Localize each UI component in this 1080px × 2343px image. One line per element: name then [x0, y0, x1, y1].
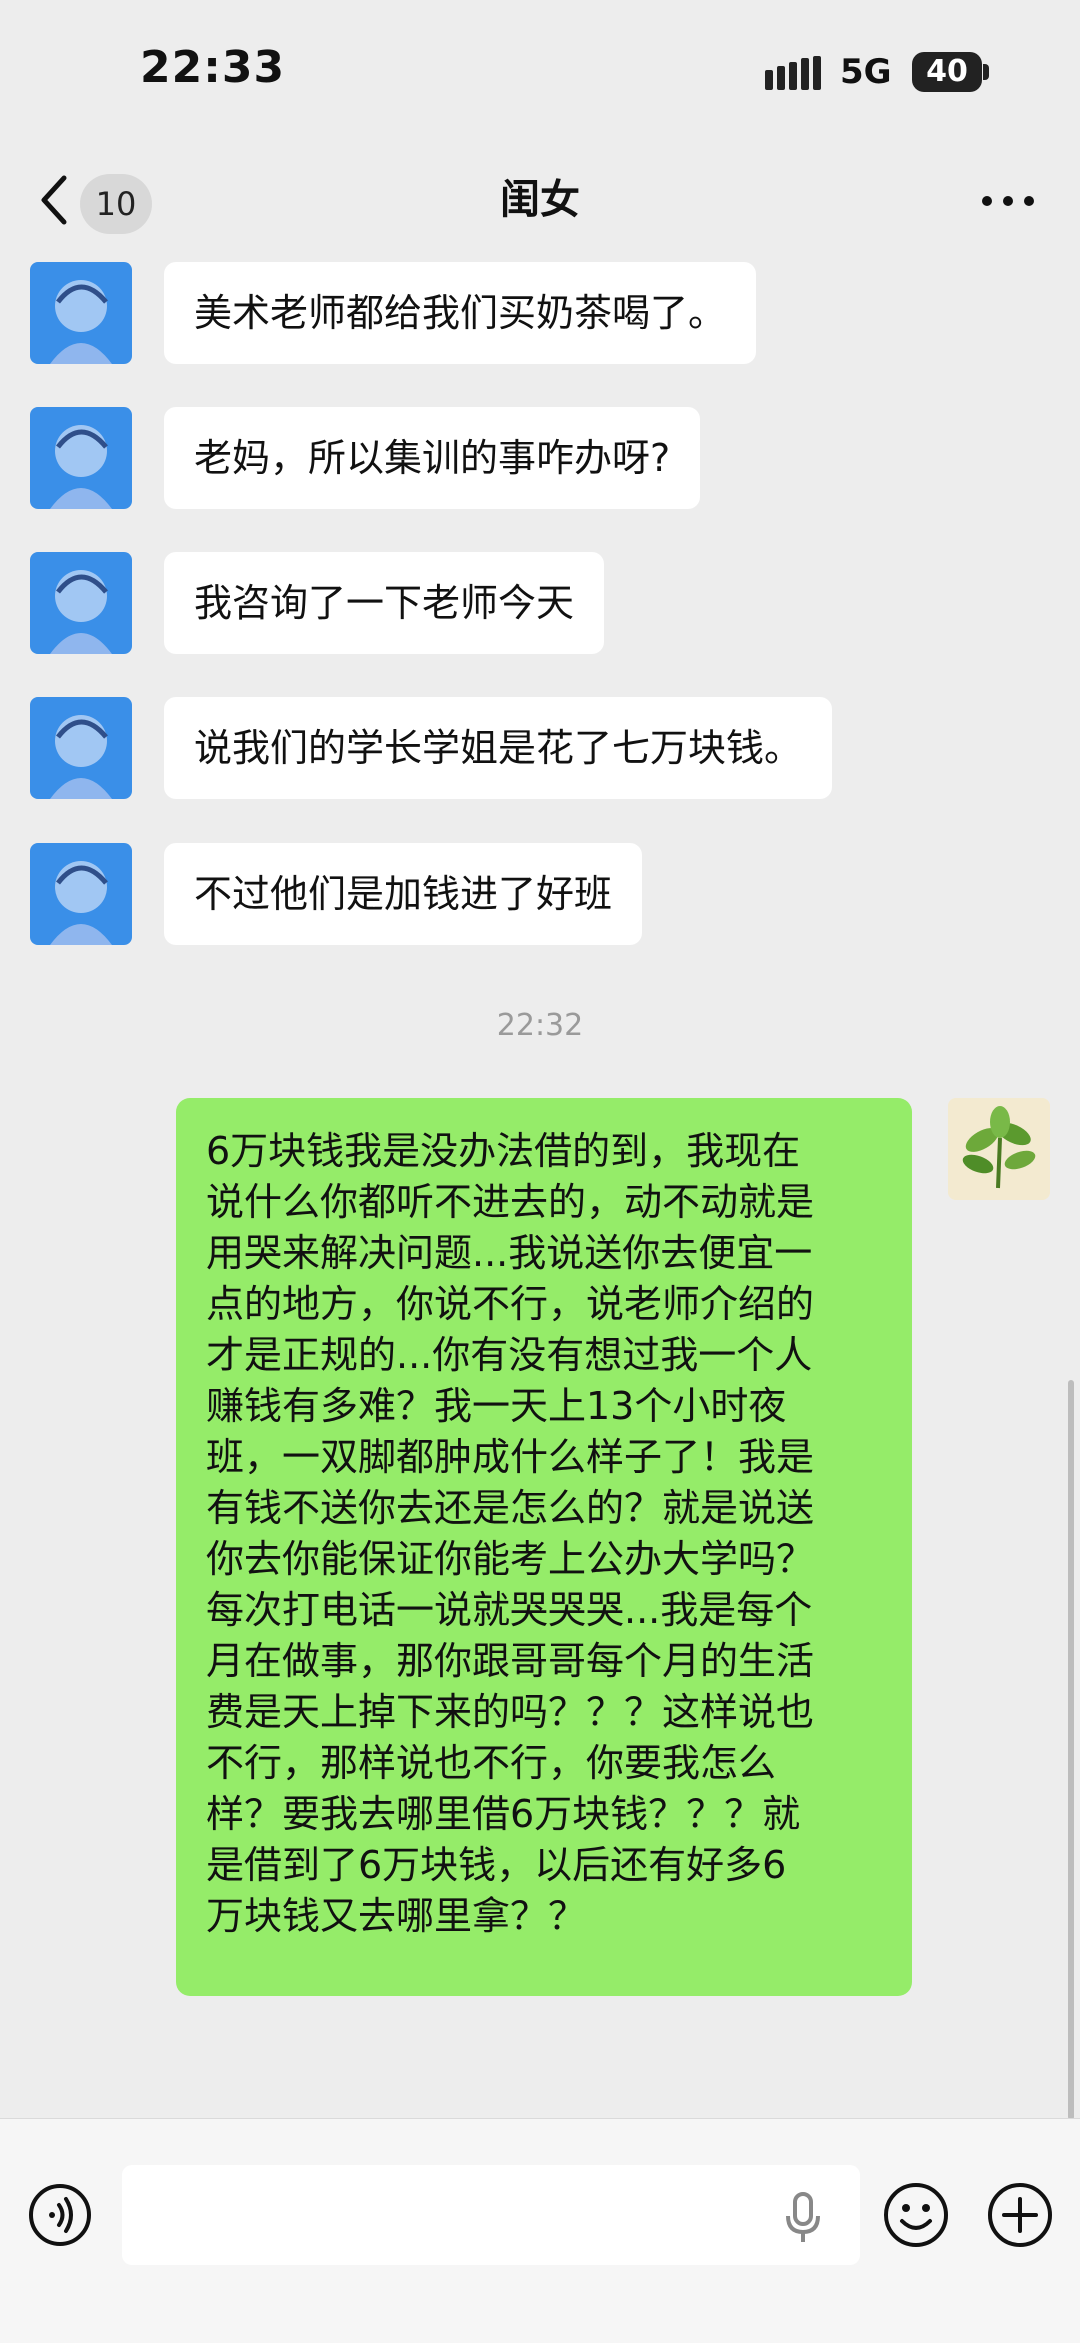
status-time: 22:33	[140, 42, 286, 93]
message-timestamp: 22:32	[496, 1008, 584, 1043]
chat-header: 10 闺女	[0, 150, 1080, 265]
message-line: 你去你能保证你能考上公办大学吗？	[206, 1537, 815, 1581]
status-bar: 22:33 5G 40	[0, 0, 1080, 150]
message-line: 点的地方，你说不行，说老师介绍的	[206, 1282, 815, 1326]
message-bubble[interactable]: 老妈，所以集训的事咋办呀?	[164, 407, 701, 509]
plant-avatar-icon	[948, 1098, 1050, 1200]
network-label: 5G	[840, 52, 892, 92]
message-bubble[interactable]: 不过他们是加钱进了好班	[164, 843, 643, 945]
chat-title: 闺女	[500, 177, 580, 223]
message-line: 说什么你都听不进去的，动不动就是	[206, 1180, 815, 1224]
message-line: 费是天上掉下来的吗？？？这样说也	[206, 1690, 815, 1734]
emoji-icon[interactable]	[882, 2181, 950, 2249]
avatar[interactable]	[30, 262, 132, 364]
avatar[interactable]	[30, 407, 132, 509]
message-bubble[interactable]: 我咨询了一下老师今天	[164, 552, 605, 654]
message-line: 用哭来解决问题...我说送你去便宜一	[206, 1231, 813, 1275]
message-bubble[interactable]: 说我们的学长学姐是花了七万块钱。	[164, 697, 833, 799]
mic-icon[interactable]	[783, 2192, 823, 2244]
avatar[interactable]	[30, 552, 132, 654]
message-bubble[interactable]: 美术老师都给我们买奶茶喝了。	[164, 262, 757, 364]
battery-indicator: 40	[912, 52, 982, 92]
message-input[interactable]	[122, 2165, 860, 2265]
plus-icon[interactable]	[986, 2181, 1054, 2249]
message-line: 样？要我去哪里借6万块钱？？？就	[206, 1792, 801, 1836]
voice-icon[interactable]	[28, 2183, 92, 2247]
message-line: 万块钱又去哪里拿？？	[206, 1894, 587, 1938]
outgoing-message-bubble[interactable]: 6万块钱我是没办法借的到，我现在 说什么你都听不进去的，动不动就是 用哭来解决问…	[176, 1098, 912, 1996]
message-line: 有钱不送你去还是怎么的？就是说送	[206, 1486, 815, 1530]
message-line: 每次打电话一说就哭哭哭...我是每个	[206, 1588, 813, 1632]
message-line: 不行，那样说也不行，你要我怎么	[206, 1741, 777, 1785]
message-line: 才是正规的...你有没有想过我一个人	[206, 1333, 813, 1377]
message-line: 月在做事，那你跟哥哥每个月的生活	[206, 1639, 815, 1683]
message-line: 6万块钱我是没办法借的到，我现在	[206, 1129, 801, 1173]
more-icon[interactable]	[980, 194, 1036, 208]
message-line: 赚钱有多难？我一天上13个小时夜	[206, 1384, 787, 1428]
signal-icon	[765, 56, 821, 90]
input-bar	[0, 2118, 1080, 2343]
avatar[interactable]	[30, 843, 132, 945]
my-avatar[interactable]	[948, 1098, 1050, 1200]
message-line: 是借到了6万块钱，以后还有好多6	[206, 1843, 787, 1887]
scrollbar[interactable]	[1068, 1380, 1074, 2120]
battery-tip	[983, 64, 989, 80]
message-line: 班，一双脚都肿成什么样子了！我是	[206, 1435, 815, 1479]
avatar[interactable]	[30, 697, 132, 799]
